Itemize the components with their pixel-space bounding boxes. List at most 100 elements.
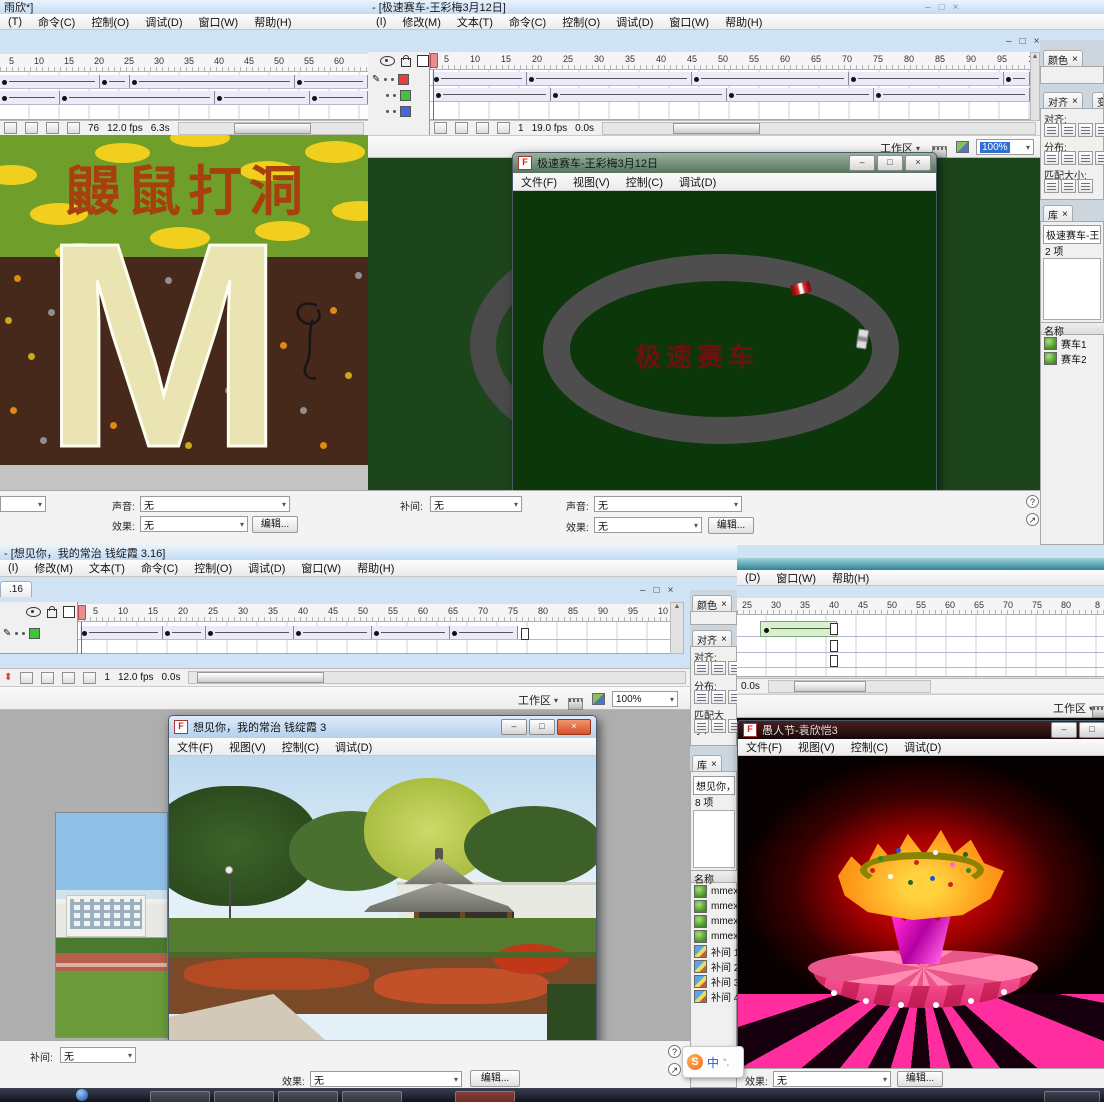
taskbar-button-active[interactable] — [455, 1091, 515, 1102]
library-item[interactable]: mmexp — [691, 884, 737, 899]
edit-multiple-frames-icon[interactable] — [83, 672, 96, 684]
timeline-a-frames[interactable] — [0, 72, 368, 120]
center-frame-icon[interactable] — [4, 122, 17, 134]
menu-item[interactable]: 调试(D) — [327, 739, 380, 755]
layer-row[interactable]: ✎ — [3, 628, 75, 639]
workspace-button[interactable]: 工作区 — [1053, 700, 1093, 716]
ime-toolbar[interactable]: S 中 °, — [682, 1046, 744, 1078]
edit-multiple-frames-icon[interactable] — [67, 122, 80, 134]
help-icon[interactable]: ? — [1026, 495, 1039, 508]
library-item[interactable]: 赛车1 — [1041, 336, 1104, 351]
player-b-buttons[interactable]: – □ × — [849, 155, 931, 171]
timeline-a-scrollbar[interactable] — [178, 122, 364, 135]
close-icon[interactable]: × — [1072, 96, 1078, 107]
zoom-dropdown-c[interactable]: 100% — [612, 691, 678, 707]
edit-scene-icon[interactable] — [568, 698, 583, 710]
menu-item[interactable]: 帮助(H) — [246, 13, 299, 31]
menu-item[interactable]: 调试(D) — [137, 13, 190, 31]
onion-outline-icon[interactable] — [476, 122, 489, 134]
timeline-d-scrollbar[interactable] — [768, 680, 931, 693]
menu-item[interactable]: (I) — [0, 561, 26, 575]
player-window-d[interactable]: F 愚人节-袁欣恺3 – □ 文件(F)视图(V)控制(C)调试(D) — [737, 720, 1104, 1070]
document-b-buttons[interactable]: –□× — [1006, 36, 1039, 47]
stage-a[interactable]: 鼹鼠打洞 M — [0, 135, 368, 490]
menu-item[interactable]: 控制(O) — [83, 13, 137, 31]
menu-item[interactable]: 窗口(W) — [293, 559, 349, 577]
outline-icon[interactable] — [63, 606, 75, 618]
sound-dropdown[interactable]: 无 — [594, 496, 742, 512]
menu-item[interactable]: (T) — [0, 15, 30, 29]
menu-item[interactable]: 视图(V) — [221, 739, 274, 755]
menu-item[interactable]: 控制(C) — [843, 739, 896, 755]
edit-effect-button[interactable]: 编辑... — [897, 1071, 943, 1087]
start-button[interactable] — [76, 1089, 88, 1101]
onion-skin-icon[interactable] — [25, 122, 38, 134]
library-item[interactable]: 补间 2 — [691, 959, 737, 974]
library-name-header[interactable]: 名称 — [691, 870, 737, 883]
layer-row[interactable] — [386, 90, 428, 101]
player-window-b[interactable]: F 极速赛车-王彩梅3月12日 – □ × 文件(F)视图(V)控制(C)调试(… — [512, 152, 937, 494]
library-item[interactable]: 补间 3 — [691, 974, 737, 989]
effect-dropdown[interactable]: 无 — [310, 1071, 462, 1087]
menu-item[interactable]: 控制(C) — [274, 739, 327, 755]
lock-icon[interactable] — [47, 609, 57, 618]
menu-item[interactable]: 命令(C) — [30, 13, 83, 31]
timeline-d-frames[interactable] — [737, 615, 1104, 677]
edit-effect-button[interactable]: 编辑... — [470, 1070, 520, 1087]
close-icon[interactable]: × — [721, 599, 727, 610]
menu-item[interactable]: 修改(M) — [394, 13, 449, 31]
menu-item[interactable]: 调试(D) — [240, 559, 293, 577]
library-item[interactable]: 补间 4 — [691, 989, 737, 1004]
timeline-c-vscrollbar[interactable]: ▲ — [670, 602, 684, 654]
edit-symbol-icon[interactable] — [592, 693, 605, 705]
panel-menu-icon[interactable]: ↗ — [1026, 513, 1039, 526]
panel-menu-icon[interactable]: ↗ — [668, 1063, 681, 1076]
menu-item[interactable]: 文件(F) — [169, 739, 221, 755]
menu-item[interactable]: (I) — [368, 15, 394, 29]
library-item[interactable]: mmexp — [691, 929, 737, 944]
onion-skin-icon[interactable] — [41, 672, 54, 684]
menu-item[interactable]: 命令(C) — [133, 559, 186, 577]
effect-dropdown[interactable]: 无 — [773, 1071, 891, 1087]
menu-item[interactable]: 窗口(W) — [191, 13, 247, 31]
center-frame-icon[interactable] — [20, 672, 33, 684]
menu-item[interactable]: 帮助(H) — [349, 559, 402, 577]
document-tab[interactable]: .16 — [0, 581, 32, 597]
player-d-titlebar[interactable]: F 愚人节-袁欣恺3 – □ — [738, 721, 1104, 739]
match-size-buttons[interactable] — [1044, 179, 1095, 196]
outline-icon[interactable] — [417, 55, 429, 67]
menu-item[interactable]: 文本(T) — [81, 559, 133, 577]
player-d-buttons[interactable]: – □ — [1051, 722, 1104, 738]
layer-row[interactable]: ✎ — [372, 74, 428, 85]
menu-item[interactable]: 控制(O) — [186, 559, 240, 577]
align-buttons[interactable] — [1044, 123, 1104, 140]
player-window-c[interactable]: F 想见你，我的常治 钱绽霞 3 – □ × 文件(F)视图(V)控制(C)调试… — [168, 715, 597, 1070]
player-c-buttons[interactable]: – □ × — [501, 719, 591, 735]
menu-item[interactable]: 帮助(H) — [824, 569, 877, 587]
menu-item[interactable]: 视图(V) — [565, 174, 618, 190]
onion-outline-icon[interactable] — [46, 122, 59, 134]
edit-effect-button[interactable]: 编辑... — [708, 517, 754, 534]
eye-icon[interactable] — [380, 56, 395, 66]
timeline-c-scrollbar[interactable] — [188, 671, 686, 684]
tween-dropdown[interactable]: 无 — [60, 1047, 136, 1063]
edit-scene-icon[interactable] — [1092, 706, 1104, 718]
match-size-buttons[interactable] — [694, 719, 737, 736]
document-c-buttons[interactable]: –□× — [640, 585, 673, 596]
library-item[interactable]: 赛车2 — [1041, 351, 1104, 366]
tween-dropdown[interactable]: 无 — [430, 496, 522, 512]
close-icon[interactable]: × — [1072, 54, 1078, 65]
center-frame-icon[interactable] — [434, 122, 447, 134]
onion-skin-icon[interactable] — [455, 122, 468, 134]
onion-outline-icon[interactable] — [62, 672, 75, 684]
playhead[interactable] — [430, 53, 438, 68]
library-item[interactable]: mmexp — [691, 914, 737, 929]
menu-item[interactable]: 调试(D) — [896, 739, 949, 755]
effect-dropdown[interactable]: 无 — [594, 517, 702, 533]
effect-dropdown[interactable]: 无 — [140, 516, 248, 532]
library-item[interactable]: mmexp — [691, 899, 737, 914]
workspace-button[interactable]: 工作区 — [518, 692, 558, 708]
edit-symbol-icon[interactable] — [956, 141, 969, 153]
menu-item[interactable]: 修改(M) — [26, 559, 81, 577]
window-c-titlebar[interactable]: - [想见你，我的常治 钱绽霞 3.16] — [0, 545, 737, 560]
